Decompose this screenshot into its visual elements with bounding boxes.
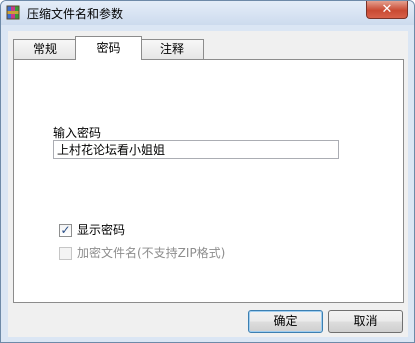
ok-button[interactable]: 确定 bbox=[248, 310, 323, 333]
cancel-button[interactable]: 取消 bbox=[328, 310, 403, 333]
show-password-label: 显示密码 bbox=[77, 223, 126, 237]
tab-general[interactable]: 常规 bbox=[13, 39, 77, 59]
close-icon: ✕ bbox=[381, 2, 393, 17]
tab-password[interactable]: 密码 bbox=[75, 36, 142, 60]
encrypt-filenames-label: 加密文件名(不支持ZIP格式) bbox=[77, 246, 226, 260]
winrar-archive-icon bbox=[6, 5, 21, 20]
password-tab-panel: 输入密码 ✓ 显示密码 加密文件名(不支持ZIP格式) bbox=[13, 59, 404, 303]
password-input[interactable] bbox=[53, 140, 339, 159]
dialog-window: 压缩文件名和参数 ✕ 常规 密码 注释 输入密码 ✓ 显示密码 加密文件名(不支… bbox=[0, 0, 415, 343]
tab-comment[interactable]: 注释 bbox=[140, 39, 204, 59]
password-label: 输入密码 bbox=[53, 126, 102, 140]
checkmark-icon: ✓ bbox=[60, 223, 71, 237]
show-password-checkbox[interactable]: ✓ bbox=[59, 223, 72, 237]
title-bar[interactable]: 压缩文件名和参数 ✕ bbox=[1, 1, 414, 25]
dialog-client-area: 常规 密码 注释 输入密码 ✓ 显示密码 加密文件名(不支持ZIP格式) 确定 … bbox=[8, 31, 408, 337]
close-button[interactable]: ✕ bbox=[366, 1, 408, 19]
encrypt-filenames-checkbox bbox=[59, 247, 72, 260]
window-title: 压缩文件名和参数 bbox=[27, 7, 124, 21]
